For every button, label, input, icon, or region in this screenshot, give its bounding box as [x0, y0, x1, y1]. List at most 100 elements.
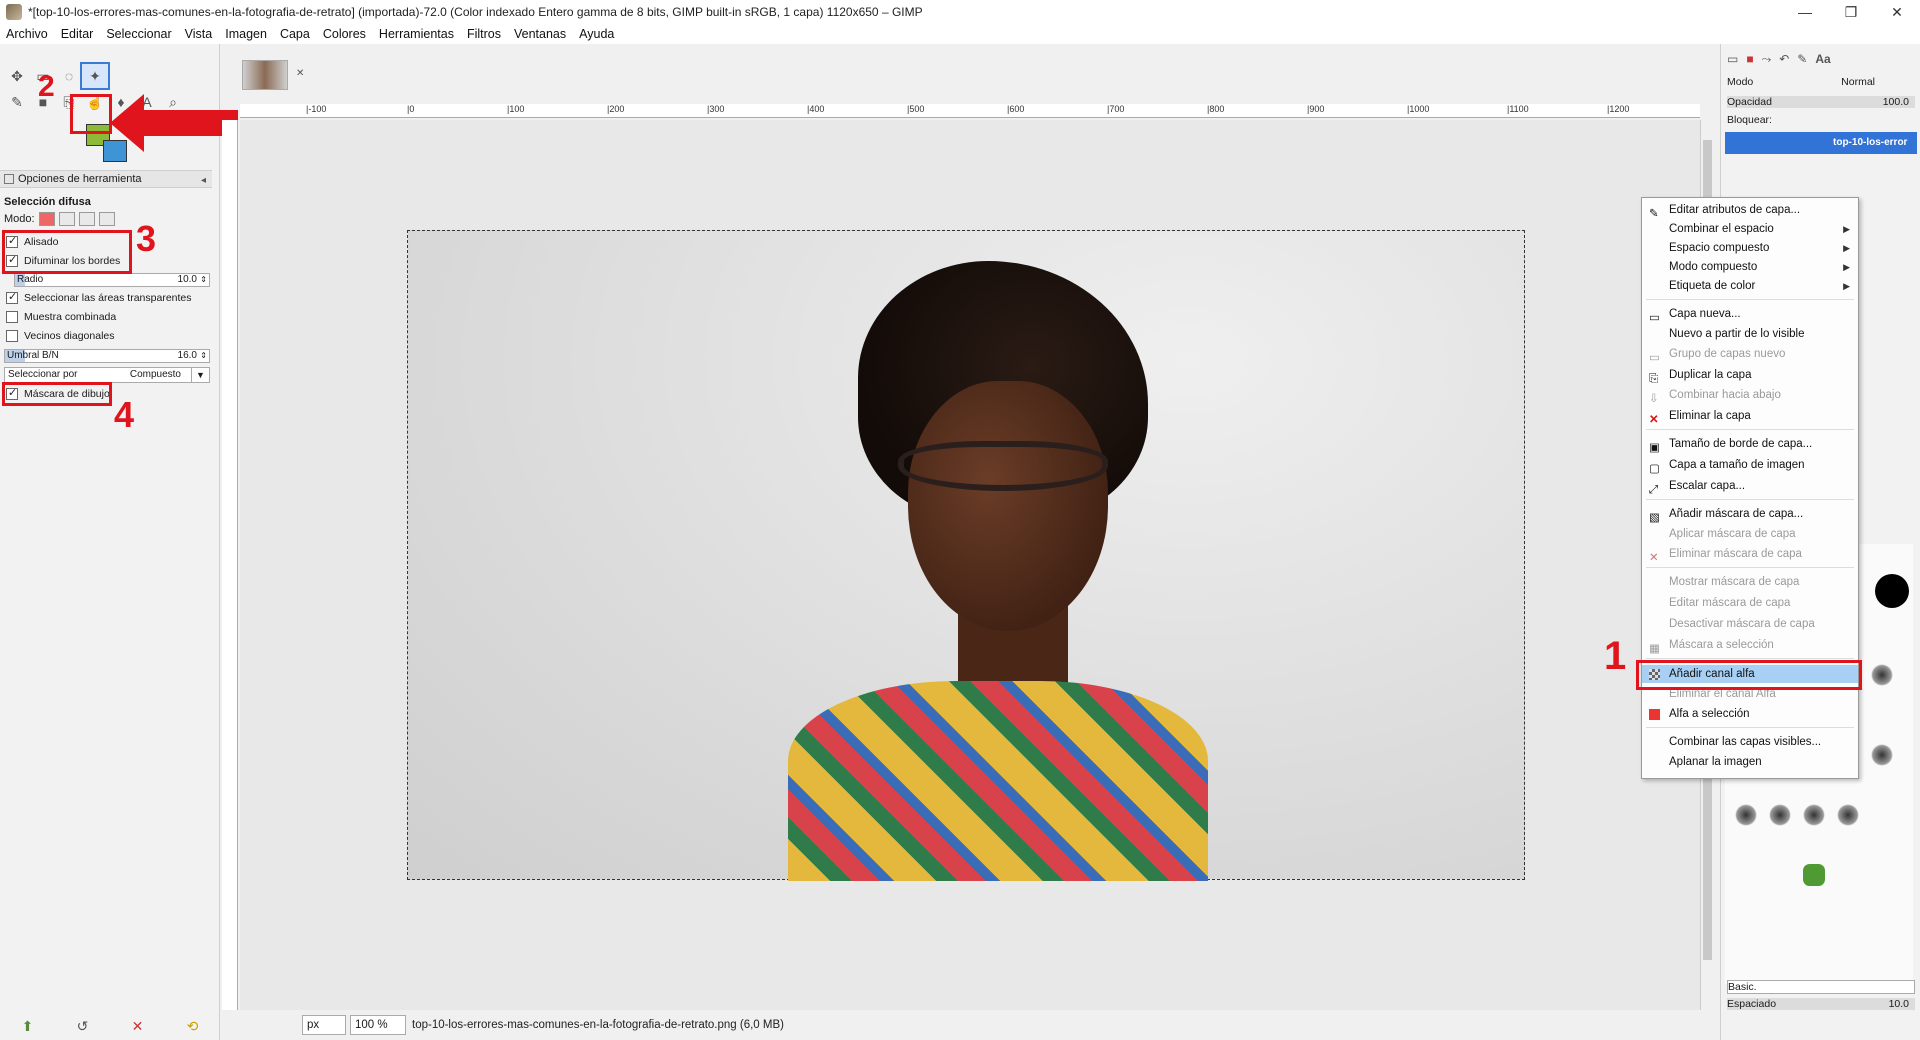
minimize-button[interactable]: — [1782, 0, 1828, 24]
move-tool-icon[interactable]: ✥ [4, 64, 30, 88]
annotation-number-3: 3 [136, 218, 157, 259]
select-by-dropdown[interactable]: Seleccionar por Compuesto ▼ [4, 367, 210, 383]
sample-merged-option[interactable]: Muestra combinada [6, 311, 116, 323]
brush-preset[interactable] [1875, 574, 1909, 608]
annotation-number-1: 1 [1604, 634, 1627, 678]
pencil-tool-icon[interactable]: ✎ [4, 90, 30, 114]
menu-capa[interactable]: Capa [280, 27, 310, 41]
menu-item-layer-to-image-size[interactable]: ▢ Capa a tamaño de imagen [1642, 456, 1858, 475]
menu-seleccionar[interactable]: Seleccionar [106, 27, 171, 41]
menu-filtros[interactable]: Filtros [467, 27, 501, 41]
menu-item-alpha-to-selection[interactable]: Alfa a selección [1642, 705, 1858, 723]
image-tab-thumbnail[interactable] [242, 60, 288, 90]
annotation-box-2 [70, 94, 112, 134]
select-transparent-option[interactable]: Seleccionar las áreas transparentes [6, 290, 192, 304]
menu-item-add-layer-mask[interactable]: ▧ Añadir máscara de capa... [1642, 505, 1858, 524]
menu-item-scale-layer[interactable]: ⤢ Escalar capa... [1642, 477, 1858, 496]
image-canvas[interactable] [240, 120, 1700, 1040]
menu-item-mask-to-selection[interactable]: ▦ Máscara a selección [1642, 636, 1858, 655]
zoom-select[interactable]: 100 % [350, 1015, 406, 1035]
panel-menu-icon[interactable]: ◂ [201, 173, 206, 189]
mode-replace-button[interactable] [38, 212, 55, 226]
fuzzy-select-tool-icon[interactable]: ✦ [80, 62, 110, 90]
menu-item-new-layer-group[interactable]: ▭ Grupo de capas nuevo [1642, 345, 1858, 364]
layer-mode-row[interactable]: Modo Normal [1727, 76, 1915, 88]
menu-item-flatten-image[interactable]: Aplanar la imagen [1642, 753, 1858, 771]
brush-preset[interactable] [1769, 804, 1791, 826]
lasso-tool-icon[interactable]: ◌ [56, 64, 82, 88]
portrait-image[interactable] [407, 230, 1525, 881]
annotation-arrow-icon [110, 94, 238, 152]
pepper-brush-preset[interactable] [1803, 864, 1825, 886]
menu-item-apply-layer-mask[interactable]: Aplicar máscara de capa [1642, 525, 1858, 543]
brush-preset[interactable] [1871, 744, 1893, 766]
menu-ayuda[interactable]: Ayuda [579, 27, 614, 41]
select-transparent-checkbox[interactable] [6, 290, 18, 304]
menu-item-color-tag[interactable]: Etiqueta de color ▶ [1642, 277, 1858, 295]
menu-vista[interactable]: Vista [185, 27, 213, 41]
unit-select[interactable]: px [302, 1015, 346, 1035]
menu-ventanas[interactable]: Ventanas [514, 27, 566, 41]
horizontal-ruler: |-100 |0 |100 |200 |300 |400 |500 |600 |… [240, 104, 1700, 118]
menu-item-delete-layer[interactable]: ✕ Eliminar la capa [1642, 407, 1858, 426]
layer-mode-value[interactable]: Normal [1841, 76, 1875, 88]
menu-item-show-layer-mask[interactable]: Mostrar máscara de capa [1642, 573, 1858, 591]
channels-tab-icon[interactable]: ■ [1746, 52, 1753, 67]
restore-options-icon[interactable]: ↺ [77, 1018, 89, 1035]
brush-preset[interactable] [1837, 804, 1859, 826]
radius-spin-icon[interactable]: ⇕ [200, 274, 207, 286]
save-options-icon[interactable]: ⬆ [22, 1018, 34, 1035]
delete-icon: ✕ [1649, 414, 1659, 426]
reset-options-icon[interactable]: ⟲ [187, 1018, 199, 1035]
menu-item-duplicate-layer[interactable]: ⎘ Duplicar la capa [1642, 366, 1858, 385]
radius-slider[interactable]: Radio 10.0 ⇕ [14, 273, 210, 287]
menu-item-delete-layer-mask[interactable]: ✕ Eliminar máscara de capa [1642, 545, 1858, 564]
merge-down-icon: ⇩ [1649, 393, 1659, 405]
opacity-slider[interactable]: Opacidad 100.0 [1727, 96, 1915, 108]
menu-item-composite-mode[interactable]: Modo compuesto ▶ [1642, 258, 1858, 276]
menu-item-merge-visible-layers[interactable]: Combinar las capas visibles... [1642, 733, 1858, 751]
menu-item-edit-layer-attributes[interactable]: ✎ Editar atributos de capa... [1642, 201, 1858, 220]
brush-preset[interactable] [1871, 664, 1893, 686]
menu-herramientas[interactable]: Herramientas [379, 27, 454, 41]
menu-item-new-layer[interactable]: ▭ Capa nueva... [1642, 305, 1858, 324]
diagonal-checkbox[interactable] [6, 330, 18, 342]
layer-row[interactable]: top-10-los-error [1725, 132, 1917, 154]
menu-archivo[interactable]: Archivo [6, 27, 48, 41]
menu-item-edit-layer-mask[interactable]: Editar máscara de capa [1642, 594, 1858, 612]
spacing-slider[interactable]: Espaciado 10.0 [1727, 998, 1915, 1010]
brush-tab-icon[interactable]: ✎ [1797, 52, 1807, 67]
menu-imagen[interactable]: Imagen [225, 27, 267, 41]
menu-item-layer-boundary-size[interactable]: ▣ Tamaño de borde de capa... [1642, 435, 1858, 454]
mode-add-button[interactable] [58, 212, 75, 226]
brush-preset[interactable] [1803, 804, 1825, 826]
diagonal-option[interactable]: Vecinos diagonales [6, 330, 115, 342]
undo-tab-icon[interactable]: ↶ [1779, 52, 1789, 67]
font-tab-icon[interactable]: Aa [1815, 52, 1830, 67]
delete-options-icon[interactable]: ✕ [132, 1018, 144, 1035]
layers-tab-icon[interactable]: ▭ [1727, 52, 1738, 67]
maximize-button[interactable]: ❐ [1828, 0, 1874, 24]
brush-preset[interactable] [1735, 804, 1757, 826]
threshold-spin-icon[interactable]: ⇕ [200, 350, 207, 362]
paths-tab-icon[interactable]: ⤳ [1762, 52, 1772, 67]
gimp-app-icon [6, 4, 22, 20]
close-button[interactable]: ✕ [1874, 0, 1920, 24]
tool-row-1: ✥ ▭ ◌ ✦ [4, 62, 110, 90]
menu-colores[interactable]: Colores [323, 27, 366, 41]
sample-merged-checkbox[interactable] [6, 311, 18, 323]
mode-intersect-button[interactable] [98, 212, 115, 226]
threshold-slider[interactable]: Umbral B/N 16.0 ⇕ [4, 349, 210, 363]
chevron-down-icon[interactable]: ▼ [191, 368, 209, 382]
menu-item-new-from-visible[interactable]: Nuevo a partir de lo visible [1642, 325, 1858, 343]
menu-item-disable-layer-mask[interactable]: Desactivar máscara de capa [1642, 615, 1858, 633]
menu-item-merge-down[interactable]: ⇩ Combinar hacia abajo [1642, 386, 1858, 405]
menu-item-blend-space[interactable]: Combinar el espacio ▶ [1642, 220, 1858, 238]
menu-item-composite-space[interactable]: Espacio compuesto ▶ [1642, 239, 1858, 257]
close-tab-icon[interactable]: ✕ [296, 68, 304, 79]
menu-separator [1646, 567, 1854, 568]
brush-set-dropdown[interactable]: Basic. [1727, 980, 1915, 994]
tool-options-tab[interactable]: Opciones de herramienta ◂ [0, 170, 212, 188]
mode-subtract-button[interactable] [78, 212, 95, 226]
menu-editar[interactable]: Editar [61, 27, 94, 41]
